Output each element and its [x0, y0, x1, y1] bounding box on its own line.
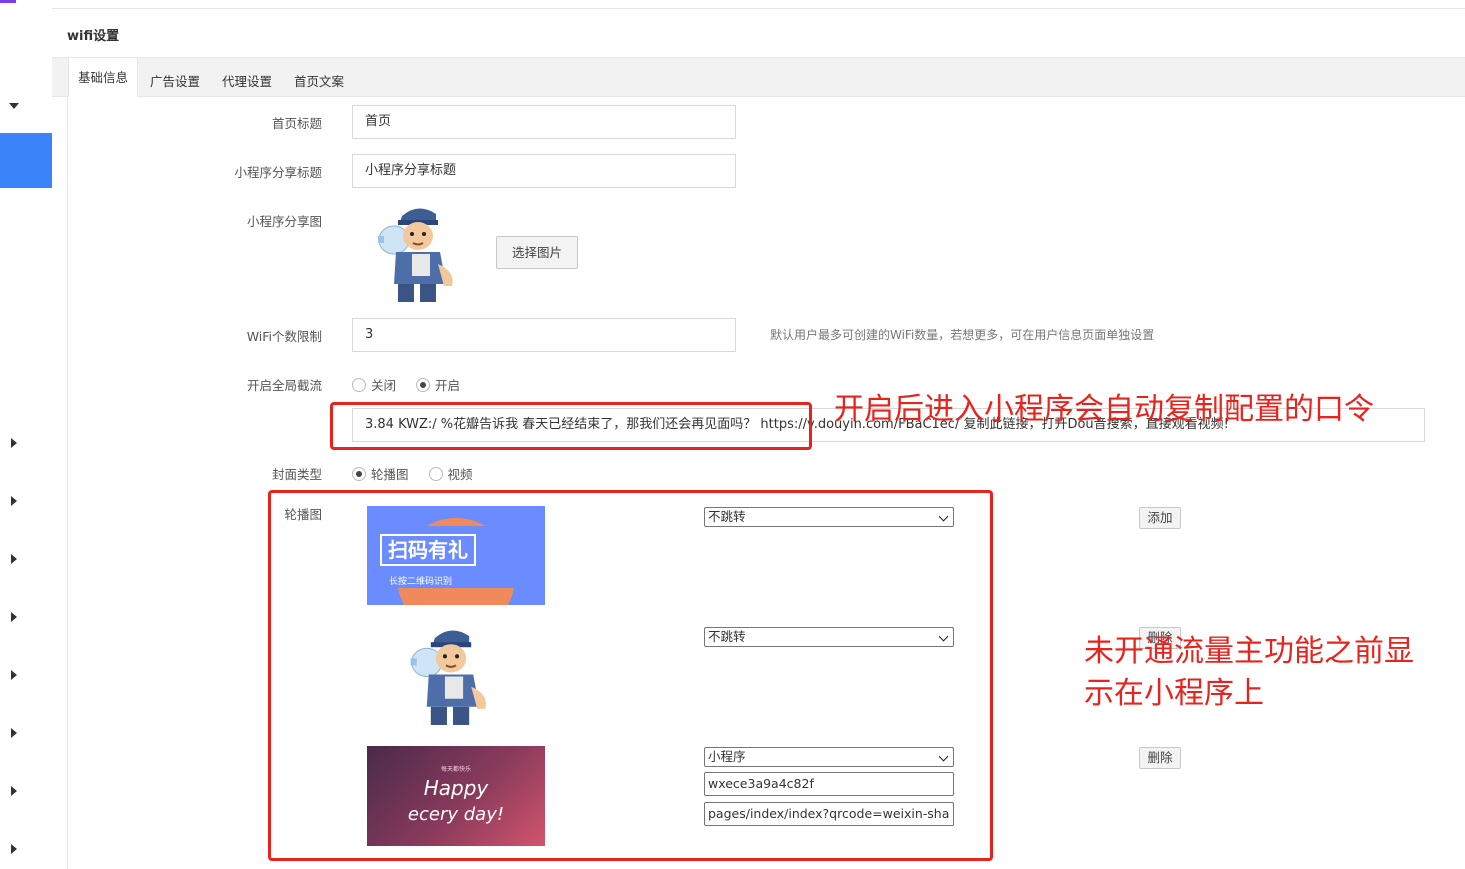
radio-off-circle[interactable]: [352, 377, 366, 392]
radio-on-label: 开启: [435, 378, 461, 393]
radio-carousel-circle[interactable]: [352, 466, 366, 481]
wifi-limit-label: WiFi个数限制: [246, 329, 322, 344]
chevron-right-icon[interactable]: [11, 554, 17, 564]
command-annotation-box: [330, 402, 812, 450]
radio-carousel[interactable]: 轮播图: [352, 464, 409, 483]
radio-on-circle[interactable]: [416, 377, 431, 392]
cover-type-label: 封面类型: [271, 467, 322, 482]
worker-cartoon-image: [378, 208, 453, 302]
chevron-right-icon[interactable]: [11, 844, 17, 854]
chevron-down-icon[interactable]: [9, 103, 19, 109]
chevron-right-icon[interactable]: [11, 670, 17, 680]
radio-off[interactable]: 关闭: [352, 375, 396, 394]
choose-image-button[interactable]: 选择图片: [496, 236, 578, 269]
share-image-label: 小程序分享图: [246, 214, 322, 229]
radio-on[interactable]: 开启: [416, 375, 460, 394]
cover-type-radios: 轮播图 视频: [352, 464, 493, 483]
radio-off-label: 关闭: [371, 378, 397, 393]
home-title-input[interactable]: 首页: [352, 105, 736, 139]
radio-video-label: 视频: [447, 467, 473, 482]
sidebar-accent: [0, 0, 16, 3]
share-title-input[interactable]: 小程序分享标题: [352, 154, 736, 188]
tab-ad-settings[interactable]: 广告设置: [150, 71, 200, 90]
chevron-right-icon[interactable]: [11, 728, 17, 738]
tab-home-copy[interactable]: 首页文案: [294, 71, 344, 90]
carousel-annotation-line1: 未开通流量主功能之前显: [1084, 634, 1414, 669]
chevron-right-icon[interactable]: [11, 612, 17, 622]
add-button[interactable]: 添加: [1139, 507, 1181, 529]
command-annotation-text: 开启后进入小程序会自动复制配置的口令: [834, 392, 1374, 427]
radio-carousel-label: 轮播图: [371, 467, 409, 482]
wifi-limit-input[interactable]: 3: [352, 318, 736, 352]
radio-video-circle[interactable]: [428, 466, 443, 481]
carousel-annotation-line2: 示在小程序上: [1084, 676, 1264, 711]
tab-basic-info[interactable]: 基础信息: [68, 58, 139, 97]
carousel-annotation-box: [268, 490, 993, 861]
page-title: wifi设置: [67, 29, 120, 44]
tab-agent-settings[interactable]: 代理设置: [222, 71, 272, 90]
share-title-label: 小程序分享标题: [234, 165, 322, 180]
top-divider: [52, 8, 1465, 9]
sidebar-item-active[interactable]: [0, 133, 52, 188]
left-sidebar: [0, 0, 52, 869]
tab-bar: 基础信息 广告设置 代理设置 首页文案: [52, 58, 1465, 97]
global-intercept-radios: 关闭 开启: [352, 375, 480, 394]
chevron-right-icon[interactable]: [11, 496, 17, 506]
wifi-limit-hint: 默认用户最多可创建的WiFi数量，若想更多，可在用户信息页面单独设置: [770, 328, 1155, 342]
delete-button-3[interactable]: 删除: [1139, 747, 1181, 769]
global-intercept-label: 开启全局截流: [246, 378, 322, 393]
chevron-right-icon[interactable]: [11, 786, 17, 796]
chevron-right-icon[interactable]: [11, 438, 17, 448]
panel-border: [67, 97, 68, 869]
radio-video[interactable]: 视频: [428, 464, 473, 483]
home-title-label: 首页标题: [271, 116, 322, 131]
